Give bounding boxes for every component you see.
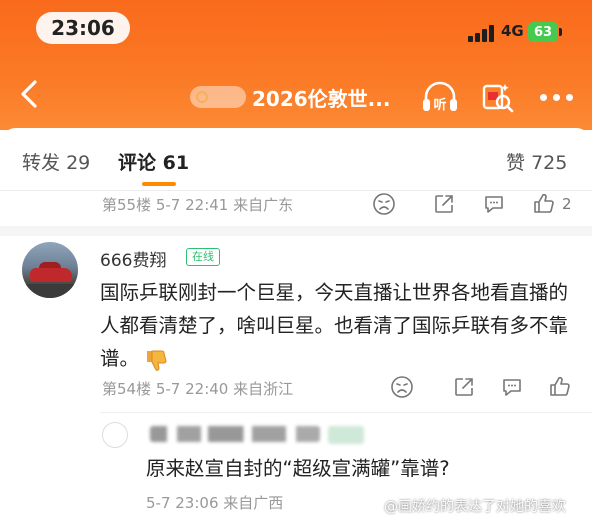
active-tab-indicator [142,182,176,186]
comment-meta: 第54楼 5-7 22:40 来自浙江 [102,380,294,398]
nav-bar: 2026伦敦世... 听 [0,70,592,126]
like-icon[interactable] [548,375,572,399]
comment-icon[interactable] [482,192,506,216]
tab-like[interactable]: 赞 725 [506,148,567,175]
tab-bar: 转发 29 评论 61 赞 725 [0,128,592,191]
thumbs-down-emoji [147,350,167,371]
battery-icon: 63 [528,22,558,42]
online-badge: 在线 [186,248,220,266]
comment-meta: 第55楼 5-7 22:41 来自广东 [102,196,294,214]
tab-comment-label: 评论 [118,152,157,174]
listen-label: 听 [433,97,446,113]
save-search-button[interactable] [478,80,518,116]
tab-like-label: 赞 [506,152,526,174]
tab-repost-label: 转发 [22,152,61,174]
battery-level: 63 [533,24,553,40]
share-icon[interactable] [452,375,476,399]
comment-icon[interactable] [500,375,524,399]
back-button[interactable] [14,76,44,112]
app-header: 23:06 4G 63 2026伦敦世... 听 [0,0,592,130]
status-bar: 23:06 4G 63 [0,0,592,60]
chevron-left-icon [21,80,37,108]
tab-comment-count: 61 [162,152,190,174]
tab-repost[interactable]: 转发 29 [22,148,90,175]
reply-username-blurred [150,426,320,442]
reply-divider [100,412,592,413]
dislike-face-icon[interactable] [372,192,396,216]
like-count: 2 [562,195,572,213]
reply-meta: 5-7 23:06 来自广西 [146,494,284,512]
battery-tip [559,28,562,36]
watermark: @画娇约的表达了对她的喜欢 [384,499,566,515]
signal-icon [468,24,498,42]
section-separator [0,226,592,236]
dislike-face-icon[interactable] [390,375,414,399]
reply-avatar[interactable] [102,422,128,448]
reply-item: 原来赵宣自封的“超级宣满罐”靠谱? 5-7 23:06 来自广西 @画娇约的表达… [100,412,592,529]
comments-panel: 转发 29 评论 61 赞 725 第55楼 5-7 22:41 来自广东 2 [0,128,592,529]
comment-body: 国际乒联刚封一个巨星，今天直播让世界各地看直播的人都看清楚了，啥叫巨星。也看清了… [100,281,569,370]
comment-text: 国际乒联刚封一个巨星，今天直播让世界各地看直播的人都看清楚了，啥叫巨星。也看清了… [100,276,570,375]
topic-title[interactable]: 2026伦敦世... [252,83,390,112]
listen-button[interactable]: 听 [420,80,460,116]
tab-comment[interactable]: 评论 61 [118,148,189,175]
like-icon[interactable] [532,192,556,216]
network-type: 4G [501,22,524,40]
tabs-divider [0,190,592,191]
status-time: 23:06 [36,12,130,44]
more-button[interactable] [538,94,576,102]
share-icon[interactable] [432,192,456,216]
tab-repost-count: 29 [66,152,91,174]
topic-avatar [190,86,246,108]
bookmark-search-icon [482,84,514,113]
headphones-icon: 听 [423,81,457,113]
avatar[interactable] [22,242,78,298]
reply-badge-blurred [328,426,364,444]
comment-username[interactable]: 666费翔 [100,246,166,271]
tab-like-count: 725 [531,152,568,174]
reply-text: 原来赵宣自封的“超级宣满罐”靠谱? [146,457,450,480]
